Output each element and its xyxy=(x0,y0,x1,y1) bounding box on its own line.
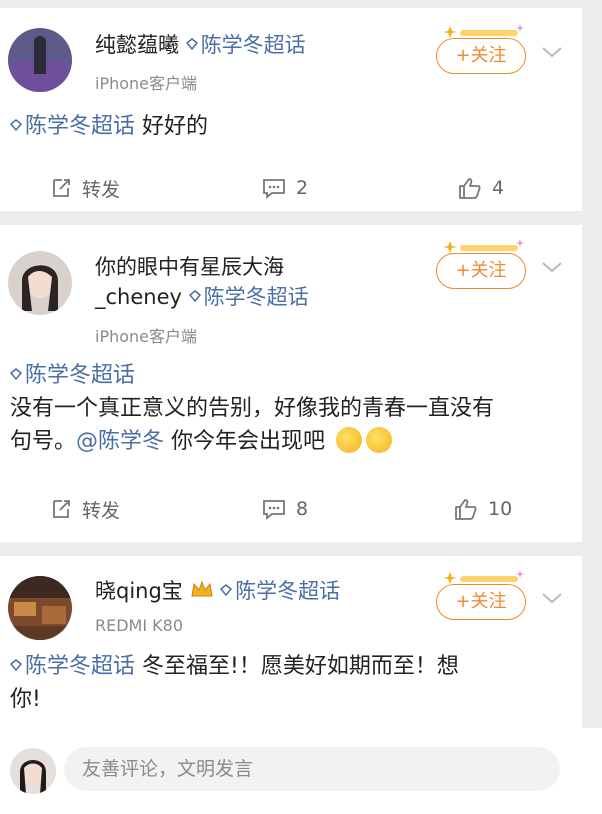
repost-icon xyxy=(53,179,70,197)
follow-button[interactable]: +关注 xyxy=(436,584,526,620)
follow-button[interactable]: +关注 xyxy=(436,38,526,74)
like-count: 4 xyxy=(492,177,505,199)
diamond-icon xyxy=(10,659,22,671)
name-topic-link[interactable]: 陈学冬超话 xyxy=(185,33,306,57)
post-card[interactable]: 你的眼中有星辰大海 _cheney 陈学冬超话 iPhone客户端 +关注 陈学… xyxy=(0,225,582,542)
diamond-icon xyxy=(220,584,233,596)
separator xyxy=(0,0,582,8)
sparkle-icon xyxy=(444,570,524,584)
action-bar: 转发 2 4 xyxy=(0,168,582,208)
post-text: 好好的 xyxy=(142,114,209,139)
repost-label: 转发 xyxy=(82,499,121,522)
chevron-down-icon[interactable] xyxy=(540,590,564,606)
repost-button[interactable]: 转发 xyxy=(50,168,120,208)
feed: 纯懿蕴曦 陈学冬超话 iPhone客户端 +关注 陈学冬超话 好好的 转发 2 … xyxy=(0,0,582,744)
repost-button[interactable]: 转发 xyxy=(50,489,120,529)
diamond-icon xyxy=(10,368,22,380)
post-card[interactable]: 纯懿蕴曦 陈学冬超话 iPhone客户端 +关注 陈学冬超话 好好的 转发 2 … xyxy=(0,8,582,211)
topic-link[interactable]: 陈学冬超话 xyxy=(10,654,142,679)
sparkle-icon xyxy=(444,24,524,38)
comment-count: 2 xyxy=(296,177,309,199)
like-button[interactable]: 4 xyxy=(458,168,504,208)
post-body: 陈学冬超话 好好的 xyxy=(10,110,562,143)
post-text: 你今年会出现吧 xyxy=(171,429,326,454)
separator xyxy=(0,542,582,556)
user-name[interactable]: 晓qing宝 陈学冬超话 xyxy=(95,576,340,606)
emoji-icon xyxy=(336,427,363,453)
post-text: 句号。 xyxy=(10,429,77,454)
post-source: iPhone客户端 xyxy=(95,327,198,346)
thumbs-up-icon xyxy=(455,499,477,520)
post-source: REDMI K80 xyxy=(95,616,184,635)
thumbs-up-icon xyxy=(459,178,481,199)
mention-link[interactable]: @陈学冬 xyxy=(76,429,164,454)
action-bar: 转发 8 10 xyxy=(0,489,582,529)
comment-count: 8 xyxy=(296,498,309,520)
name-topic-link[interactable]: 陈学冬超话 xyxy=(220,579,340,603)
avatar[interactable] xyxy=(8,251,72,315)
comment-input[interactable]: 友善评论，文明发言 xyxy=(64,747,560,791)
comment-button[interactable]: 2 xyxy=(262,168,308,208)
diamond-icon xyxy=(188,290,201,302)
diamond-icon xyxy=(185,38,198,50)
post-body: 陈学冬超话 没有一个真正意义的告别，好像我的青春一直没有 句号。@陈学冬 你今年… xyxy=(10,359,562,458)
comment-icon xyxy=(263,179,285,199)
post-body: 陈学冬超话 冬至福至!！愿美好如期而至！想 你! xyxy=(10,650,562,716)
comment-bar: 友善评论，文明发言 xyxy=(0,728,602,814)
name-topic-link[interactable]: 陈学冬超话 xyxy=(188,285,309,309)
post-card[interactable]: 晓qing宝 陈学冬超话 REDMI K80 +关注 陈学冬超话 冬至福至!！愿… xyxy=(0,556,582,744)
post-text: 你! xyxy=(10,687,41,712)
comment-button[interactable]: 8 xyxy=(262,489,308,529)
user-name[interactable]: 你的眼中有星辰大海 _cheney 陈学冬超话 xyxy=(95,252,309,312)
crown-badge-icon xyxy=(190,580,213,597)
follow-button[interactable]: +关注 xyxy=(436,253,526,289)
comment-icon xyxy=(263,500,285,520)
diamond-icon xyxy=(10,119,22,131)
like-button[interactable]: 10 xyxy=(454,489,512,529)
post-source: iPhone客户端 xyxy=(95,74,198,93)
separator xyxy=(0,211,582,225)
repost-label: 转发 xyxy=(82,178,121,201)
post-text: 冬至福至!！愿美好如期而至！想 xyxy=(142,654,459,679)
sparkle-icon xyxy=(444,239,524,253)
avatar[interactable] xyxy=(8,28,72,92)
user-name[interactable]: 纯懿蕴曦 陈学冬超话 xyxy=(95,30,306,60)
post-text: 没有一个真正意义的告别，好像我的青春一直没有 xyxy=(10,396,495,421)
topic-link[interactable]: 陈学冬超话 xyxy=(10,359,562,392)
topic-link[interactable]: 陈学冬超话 xyxy=(10,114,142,139)
repost-icon xyxy=(53,500,70,518)
avatar[interactable] xyxy=(8,576,72,640)
chevron-down-icon[interactable] xyxy=(540,44,564,60)
current-user-avatar[interactable] xyxy=(10,748,56,794)
chevron-down-icon[interactable] xyxy=(540,259,564,275)
like-count: 10 xyxy=(488,498,513,520)
emoji-icon xyxy=(366,427,393,453)
